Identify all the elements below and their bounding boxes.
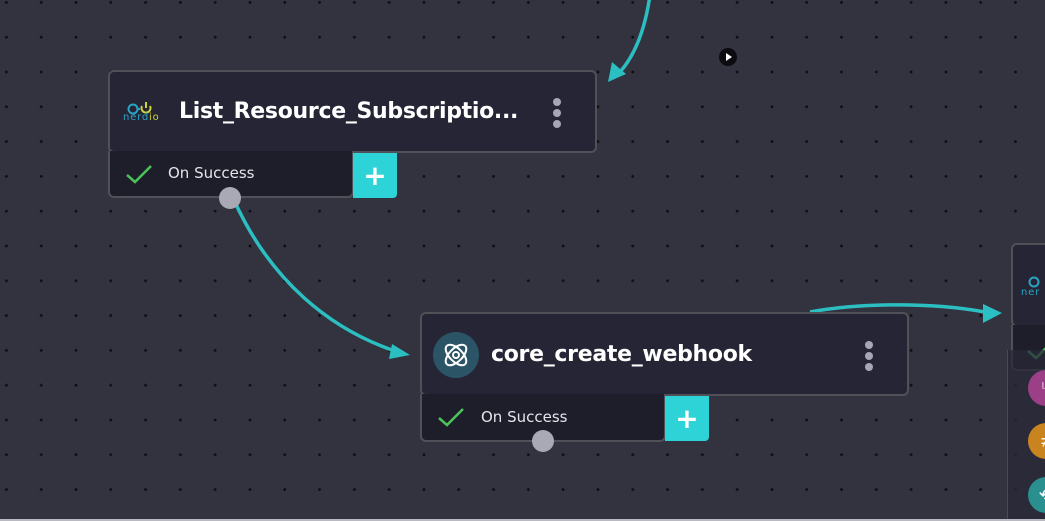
node-menu-kebab-icon[interactable] <box>552 98 562 132</box>
edge-list-to-core[interactable] <box>232 199 399 354</box>
atom-icon <box>433 332 479 378</box>
connection-handle[interactable] <box>219 187 241 209</box>
node-title: List_Resource_Subscriptio... <box>179 99 519 124</box>
node-title: core_create_webhook <box>491 342 752 367</box>
connection-handle[interactable] <box>532 430 554 452</box>
node-header[interactable]: nerdio List_Resource_Subscriptio... <box>108 70 597 153</box>
logo-text: ner <box>1021 287 1041 298</box>
edge-incoming-top[interactable] <box>618 0 651 74</box>
loop-icon[interactable]: ⟲ <box>1028 477 1045 513</box>
node-header[interactable]: core_create_webhook <box>420 312 909 396</box>
edge-core-to-right[interactable] <box>809 303 986 314</box>
output-label: On Success <box>481 408 568 426</box>
logo-text: nerd <box>123 112 149 123</box>
check-icon <box>126 165 152 184</box>
node-menu-kebab-icon[interactable] <box>864 341 874 375</box>
not-equal-icon[interactable]: ≠ <box>1028 423 1045 459</box>
edge-arrowhead-top <box>608 62 626 82</box>
add-step-button[interactable]: + <box>353 153 397 198</box>
run-flow-button[interactable] <box>719 48 737 66</box>
nerdio-logo-icon: nerdio <box>123 100 163 128</box>
workflow-node-list-resource-subscriptions[interactable]: nerdio List_Resource_Subscriptio... On S… <box>108 70 598 209</box>
node-header[interactable]: ner <box>1011 243 1045 327</box>
output-label: On Success <box>168 164 255 182</box>
logo-text-accent: io <box>148 112 160 123</box>
check-icon <box>438 408 464 427</box>
step-palette-panel[interactable]: ⑂ ≠ ⟲ <box>1007 350 1045 519</box>
workflow-node-core-create-webhook[interactable]: core_create_webhook On Success + <box>420 312 910 452</box>
edge-arrowhead-right <box>983 304 1002 323</box>
branch-icon[interactable]: ⑂ <box>1028 370 1045 406</box>
add-step-button[interactable]: + <box>665 396 709 441</box>
edge-arrowhead-core <box>389 344 410 359</box>
